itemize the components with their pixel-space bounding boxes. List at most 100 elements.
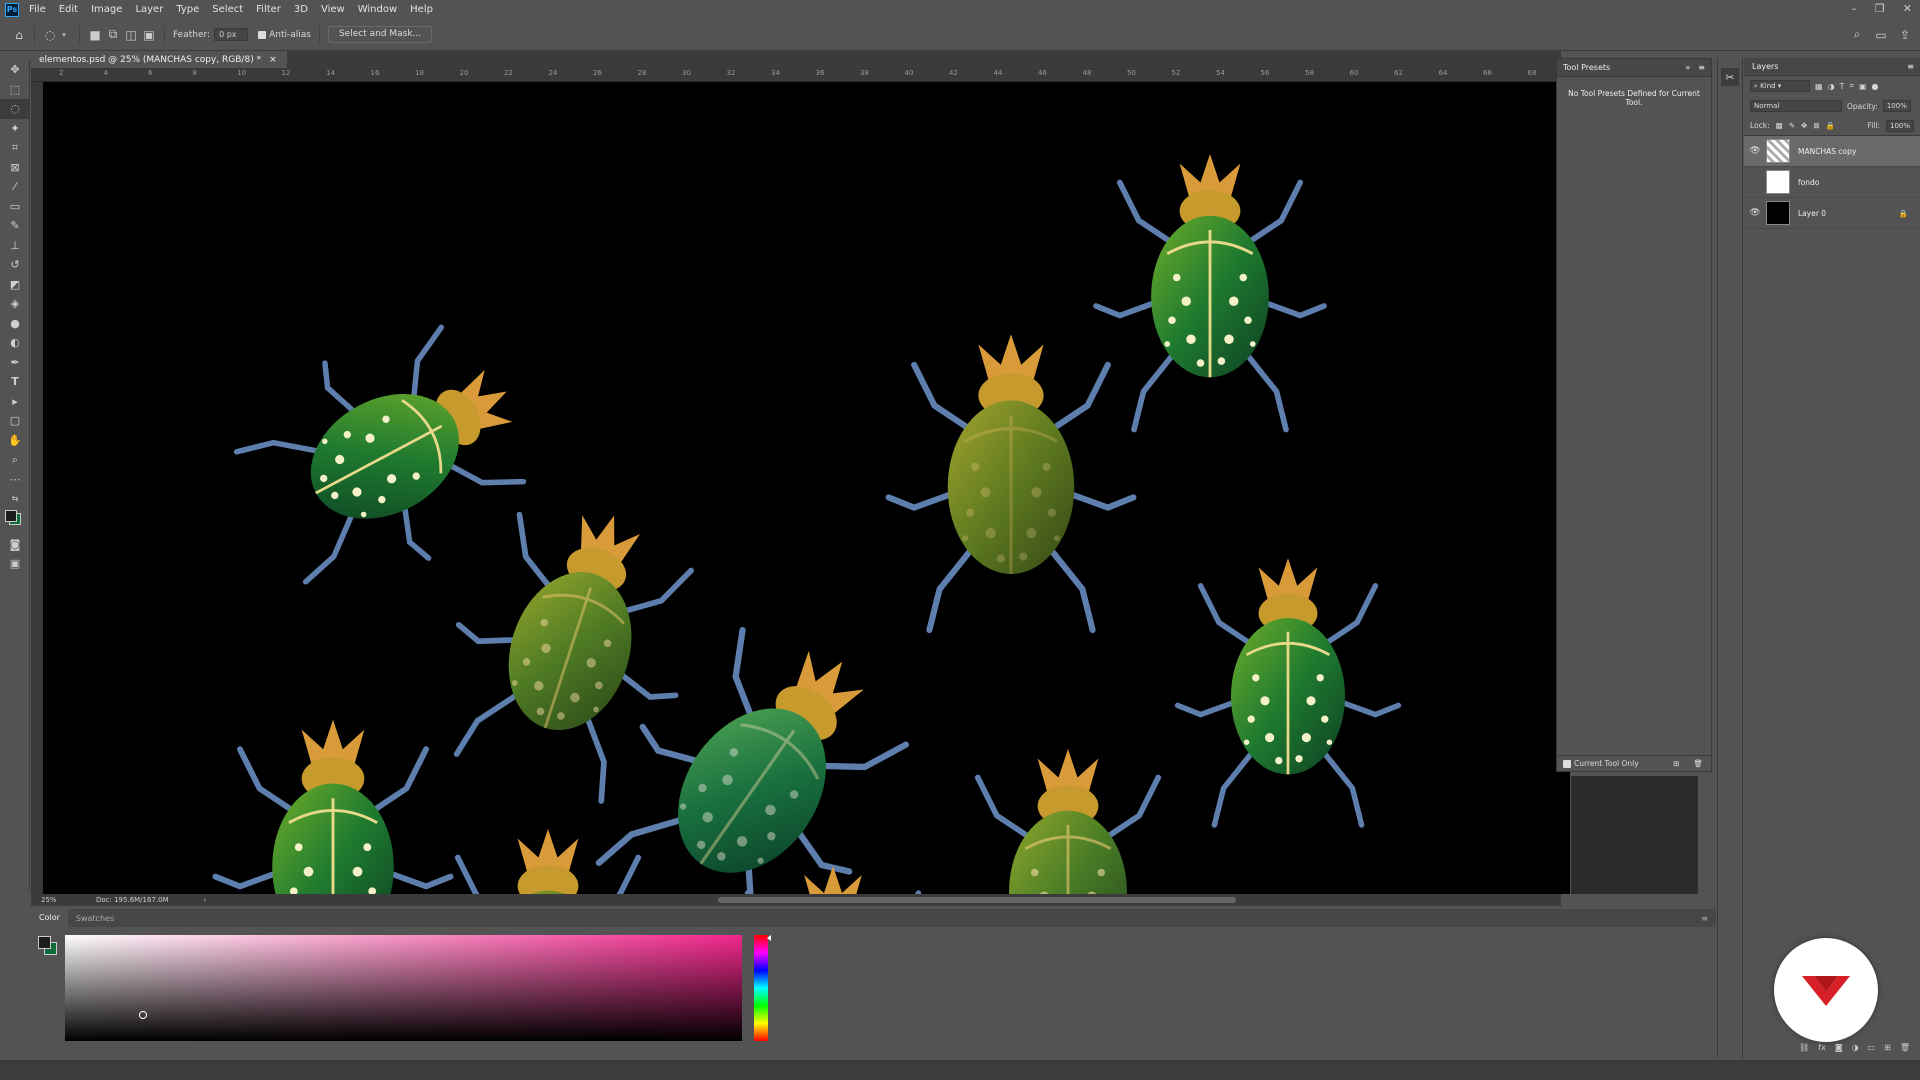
path-selection-icon[interactable]: ▸ xyxy=(0,392,30,412)
layer-name[interactable]: Layer 0 xyxy=(1798,209,1826,218)
layer-row[interactable]: 👁 Layer 0 🔒 xyxy=(1744,198,1920,229)
color-panel-swatches[interactable] xyxy=(38,936,58,956)
hand-tool-icon[interactable]: ✋ xyxy=(0,431,30,451)
feather-input[interactable]: 0 px xyxy=(214,28,249,41)
add-mask-icon[interactable]: ◙ xyxy=(1835,1043,1843,1058)
stamp-tool-icon[interactable]: ⊥ xyxy=(0,236,30,256)
subtract-selection-icon[interactable]: ◫ xyxy=(124,28,138,42)
filter-toggle-icon[interactable]: ● xyxy=(1872,82,1879,91)
menu-edit[interactable]: Edit xyxy=(59,4,78,15)
color-panel-menu-icon[interactable]: ≡ xyxy=(1693,914,1716,923)
current-tool-only-checkbox[interactable] xyxy=(1563,759,1571,768)
opacity-input[interactable]: 100% xyxy=(1882,100,1911,112)
menu-view[interactable]: View xyxy=(321,4,345,15)
minimize-button[interactable]: – xyxy=(1851,2,1857,15)
marquee-tool-icon[interactable]: ⬚ xyxy=(0,80,30,100)
tool-presets-icon[interactable]: ✂ xyxy=(1721,68,1739,86)
delete-layer-icon[interactable]: 🗑 xyxy=(1900,1043,1910,1058)
intersect-selection-icon[interactable]: ▣ xyxy=(142,28,156,42)
lock-transparent-icon[interactable]: ▩ xyxy=(1776,121,1783,130)
collapse-panel-icon[interactable]: » xyxy=(1685,63,1690,72)
filter-shape-icon[interactable]: ⌗ xyxy=(1849,81,1854,91)
paint-bucket-icon[interactable]: ◈ xyxy=(0,294,30,314)
lasso-tool-icon[interactable]: ◌ xyxy=(0,99,30,119)
pen-tool-icon[interactable]: ✒ xyxy=(0,353,30,373)
layer-style-icon[interactable]: fx xyxy=(1818,1043,1826,1058)
document-tab[interactable]: elementos.psd @ 25% (MANCHAS copy, RGB/8… xyxy=(31,51,287,68)
healing-tool-icon[interactable]: ▭ xyxy=(0,197,30,217)
layer-filter-select[interactable]: ⌕ Kind ▾ xyxy=(1750,80,1810,92)
screen-mode-icon[interactable]: ▣ xyxy=(0,554,30,574)
frame-tool-icon[interactable]: ⊠ xyxy=(0,158,30,178)
layer-name[interactable]: fondo xyxy=(1798,178,1819,187)
more-tools-icon[interactable]: ⋯ xyxy=(0,470,30,490)
hue-slider[interactable] xyxy=(754,935,771,1041)
delete-preset-icon[interactable]: 🗑 xyxy=(1693,759,1703,768)
share-icon[interactable]: ⇪ xyxy=(1898,28,1912,42)
chevron-down-icon[interactable]: ▾ xyxy=(57,28,71,42)
menu-3d[interactable]: 3D xyxy=(294,4,308,15)
link-layers-icon[interactable]: ⛓ xyxy=(1799,1043,1809,1058)
blur-tool-icon[interactable]: ● xyxy=(0,314,30,334)
move-tool-icon[interactable]: ✥ xyxy=(0,60,30,80)
horizontal-scrollbar[interactable] xyxy=(718,897,1236,903)
fill-input[interactable]: 100% xyxy=(1886,119,1914,132)
select-and-mask-button[interactable]: Select and Mask... xyxy=(327,26,433,43)
color-picker-cursor[interactable] xyxy=(139,1011,147,1019)
menu-image[interactable]: Image xyxy=(91,4,122,15)
antialias-checkbox[interactable] xyxy=(258,30,267,39)
magic-wand-tool-icon[interactable]: ✦ xyxy=(0,119,30,139)
history-brush-icon[interactable]: ↺ xyxy=(0,255,30,275)
lock-image-icon[interactable]: ✎ xyxy=(1789,121,1795,130)
tab-swatches[interactable]: Swatches xyxy=(68,914,122,923)
foreground-color-swatch[interactable] xyxy=(38,936,51,949)
blend-mode-select[interactable]: Normal xyxy=(1750,100,1842,112)
eyedropper-tool-icon[interactable]: ⁄ xyxy=(0,177,30,197)
new-group-icon[interactable]: ▭ xyxy=(1868,1043,1876,1058)
panel-menu-icon[interactable]: ≡ xyxy=(1698,63,1705,72)
zoom-tool-icon[interactable]: ⌕ xyxy=(0,450,30,470)
type-tool-icon[interactable]: T xyxy=(0,372,30,392)
visibility-eye-icon[interactable]: 👁 xyxy=(1744,208,1766,218)
close-tab-icon[interactable]: × xyxy=(269,55,277,65)
layers-menu-icon[interactable]: ≡ xyxy=(1907,62,1914,71)
new-preset-icon[interactable]: ⊞ xyxy=(1673,759,1679,768)
adjustment-layer-icon[interactable]: ◑ xyxy=(1852,1043,1859,1058)
rectangle-tool-icon[interactable]: ▢ xyxy=(0,411,30,431)
add-selection-icon[interactable]: ⧉ xyxy=(106,27,120,42)
restore-button[interactable]: ❐ xyxy=(1875,2,1885,15)
status-chevron-icon[interactable]: › xyxy=(204,896,207,904)
filter-adjustment-icon[interactable]: ◑ xyxy=(1828,82,1835,91)
color-picker-field[interactable] xyxy=(65,935,742,1041)
menu-help[interactable]: Help xyxy=(410,4,433,15)
foreground-color-swatch[interactable] xyxy=(5,509,17,522)
menu-type[interactable]: Type xyxy=(176,4,199,15)
color-swatches[interactable] xyxy=(0,509,30,535)
hue-slider-handle[interactable] xyxy=(767,935,771,941)
menu-file[interactable]: File xyxy=(29,4,46,15)
document-canvas[interactable] xyxy=(43,82,1570,894)
lock-artboard-icon[interactable]: ⊠ xyxy=(1813,121,1819,130)
layer-row[interactable]: fondo xyxy=(1744,167,1920,198)
filter-type-icon[interactable]: T xyxy=(1840,82,1845,91)
workspace-icon[interactable]: ▭ xyxy=(1874,28,1888,42)
close-window-button[interactable]: ✕ xyxy=(1903,2,1912,15)
search-icon[interactable]: ⌕ xyxy=(1850,27,1864,42)
filter-pixel-icon[interactable]: ▦ xyxy=(1815,82,1823,91)
layer-row[interactable]: 👁 MANCHAS copy xyxy=(1744,136,1920,167)
tool-presets-title[interactable]: Tool Presets xyxy=(1563,63,1610,72)
filter-smart-object-icon[interactable]: ▣ xyxy=(1859,82,1867,91)
visibility-eye-icon[interactable]: 👁 xyxy=(1744,146,1766,156)
tab-color[interactable]: Color xyxy=(31,909,68,927)
new-selection-icon[interactable]: ■ xyxy=(88,28,102,42)
home-icon[interactable]: ⌂ xyxy=(12,28,26,42)
swap-colors-icon[interactable]: ⇆ xyxy=(0,489,30,509)
menu-window[interactable]: Window xyxy=(358,4,397,15)
menu-filter[interactable]: Filter xyxy=(256,4,281,15)
quick-mask-icon[interactable]: ◙ xyxy=(0,535,30,555)
new-layer-icon[interactable]: ⊞ xyxy=(1884,1043,1891,1058)
dodge-tool-icon[interactable]: ◐ xyxy=(0,333,30,353)
lock-position-icon[interactable]: ✥ xyxy=(1801,121,1807,130)
zoom-level[interactable]: 25% xyxy=(41,896,81,904)
lock-all-icon[interactable]: 🔒 xyxy=(1826,121,1835,130)
